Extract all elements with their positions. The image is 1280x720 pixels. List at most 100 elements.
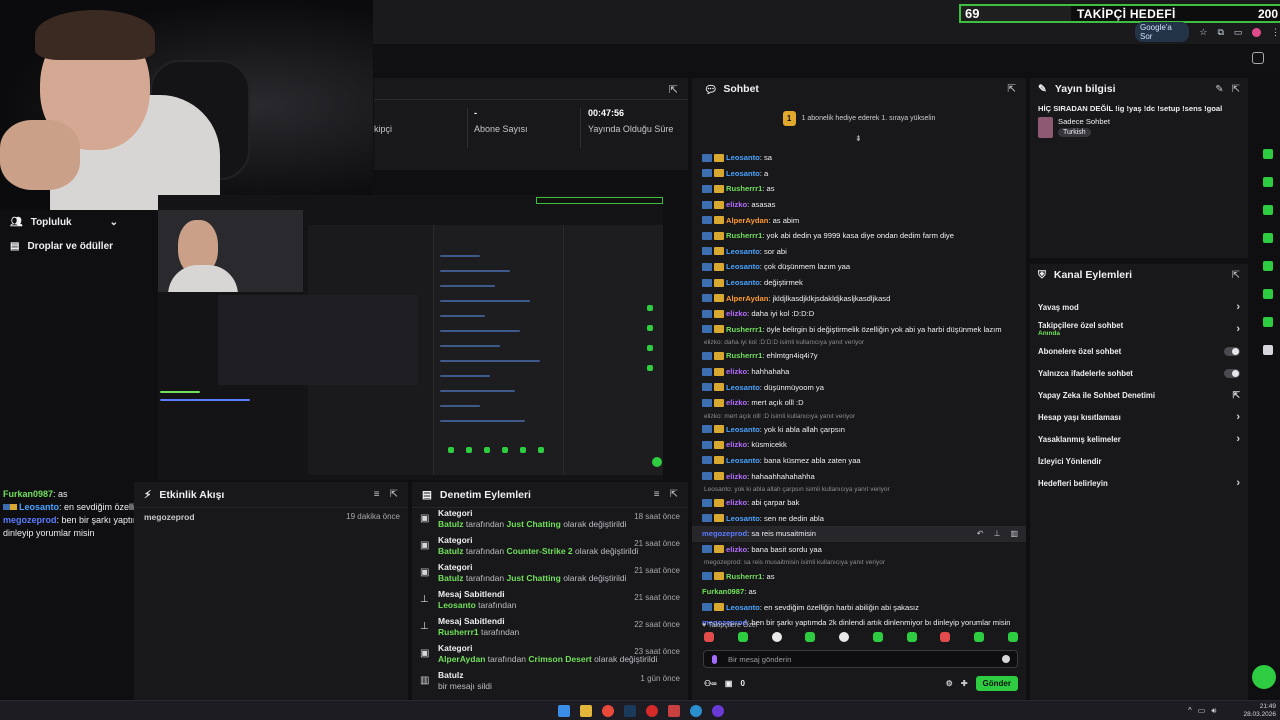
popout-icon[interactable]: ⇱ [1007,83,1016,95]
star-icon[interactable]: ☆ [1199,27,1207,38]
rail-icon[interactable] [1256,336,1280,364]
folder-icon[interactable] [580,705,592,717]
network-icon[interactable]: ▭ [1198,706,1206,716]
chat-username[interactable]: elizko [726,309,747,318]
chat-username[interactable]: Leosanto [726,169,760,178]
chat-username[interactable]: Rusherrr1 [726,572,762,581]
chat-username[interactable]: Rusherrr1 [726,231,762,240]
chat-username[interactable]: Furkan0987 [702,587,744,596]
emote[interactable] [839,632,850,642]
people-icon[interactable]: ⚇∞ [704,679,717,688]
chat-username[interactable]: Leosanto [726,514,760,523]
channel-action-item[interactable]: Abonelere özel sohbet [1030,340,1248,362]
chat-username[interactable]: Rusherrr1 [726,351,762,360]
sidebar-item-community[interactable]: 👥︎ Topluluk ⌄ [0,210,130,234]
chat-input[interactable]: Bir mesaj gönderin [703,650,1018,668]
google-ask-button[interactable]: Google'a Sor [1135,22,1190,42]
emote[interactable] [704,632,714,642]
popout-icon[interactable]: ⇱ [1232,84,1240,95]
chat-username[interactable]: AlperAydan [726,216,768,225]
chat-username[interactable]: Rusherrr1 [726,325,762,334]
edit-icon[interactable]: ✎ [1215,84,1223,95]
chat-username[interactable]: elizko [726,498,747,507]
menu-icon[interactable]: ⋮ [1271,27,1280,38]
chat-username[interactable]: Leosanto [726,425,760,434]
category-name[interactable]: Sadece Sohbet [1058,117,1110,126]
popout-icon[interactable]: ⇱ [670,489,678,500]
chevron-up-icon[interactable]: ^ [1188,706,1192,716]
collapse-icon[interactable]: ⇟ [855,134,862,143]
chat-username[interactable]: elizko [726,472,747,481]
channel-action-item[interactable]: Yavaş mod › [1030,296,1248,318]
emoji-icon[interactable] [1002,655,1010,663]
channel-action-item[interactable]: Hedefleri belirleyin › [1030,472,1248,494]
channel-action-item[interactable]: Yapay Zeka ile Sohbet Denetimi ⇱ [1030,384,1248,406]
chat-username[interactable]: elizko [726,367,747,376]
hype-banner[interactable]: 1 1 abonelik hediye ederek 1. sıraya yük… [692,106,1026,130]
popout-icon[interactable]: ⇱ [669,83,678,96]
category-thumbnail[interactable] [1038,117,1053,138]
emote[interactable] [1007,632,1018,642]
chat-username[interactable]: Leosanto [726,153,760,162]
steam-icon[interactable] [624,705,636,717]
opera-icon[interactable] [646,705,658,717]
emote[interactable] [771,632,782,642]
chat-username[interactable]: megozeprod [702,529,747,538]
channel-action-item[interactable]: Yalnızca ifadelerle sohbet [1030,362,1248,384]
emote[interactable] [805,632,816,642]
filter-icon[interactable]: ≡ [654,489,660,500]
clock[interactable]: 21:49 28.03.2026 [1243,703,1276,719]
sidebar-toggle-icon[interactable]: ▭ [1234,27,1243,38]
chat-username[interactable]: elizko [726,200,747,209]
chat-username[interactable]: AlperAydan [726,294,768,303]
chat-username[interactable]: elizko [726,440,747,449]
channel-action-item[interactable]: Takipçilere özel sohbet Anında › [1030,318,1248,340]
volume-icon[interactable]: 🔊︎ [1211,706,1216,716]
pin-icon[interactable]: ⊥ [993,529,1000,538]
channel-action-item[interactable]: Yasaklanmış kelimeler › [1030,428,1248,450]
trash-icon[interactable]: ▥ [1010,529,1018,538]
toggle-switch[interactable] [1224,368,1240,378]
app-icon[interactable] [712,705,724,717]
chat-username[interactable]: Leosanto [726,456,760,465]
channel-action-item[interactable]: Hesap yaşı kısıtlaması › [1030,406,1248,428]
rail-icon[interactable] [1256,196,1280,224]
send-button[interactable]: Gönder [975,675,1018,691]
mic-icon[interactable] [712,655,717,664]
edge-icon[interactable] [690,705,702,717]
chat-username[interactable]: elizko [726,398,747,407]
gear-icon[interactable]: ⚙ [946,679,953,688]
emote[interactable] [906,632,917,642]
chat-username[interactable]: Leosanto [726,278,760,287]
emote[interactable] [974,632,985,642]
app-icon[interactable] [668,705,680,717]
rail-icon[interactable] [1256,308,1280,336]
rail-icon[interactable] [1256,280,1280,308]
profile-icon[interactable] [1252,27,1261,37]
emote[interactable] [737,632,748,642]
support-fab-button[interactable] [1252,665,1276,689]
language-tag[interactable]: Turkish [1058,128,1091,137]
emote[interactable] [940,632,951,642]
robot-icon[interactable] [1252,52,1264,64]
emote[interactable] [872,632,883,642]
reply-icon[interactable]: ↶ [977,529,984,538]
channel-action-item[interactable]: İzleyici Yönlendir [1030,450,1248,472]
chat-username[interactable]: Leosanto [726,247,760,256]
chrome-icon[interactable] [602,705,614,717]
rail-icon[interactable] [1256,224,1280,252]
rail-icon[interactable] [1256,252,1280,280]
popout-icon[interactable]: ⇱ [1232,270,1240,281]
rail-icon[interactable] [1256,140,1280,168]
start-icon[interactable] [558,705,570,717]
extensions-icon[interactable]: ⧉ [1217,27,1223,38]
puzzle-icon[interactable]: ✚ [961,679,968,688]
chat-username[interactable]: Leosanto [726,262,760,271]
gift-icon[interactable]: ▣ [725,679,733,688]
filter-icon[interactable]: ≡ [374,489,380,500]
chat-username[interactable]: Leosanto [726,383,760,392]
rail-icon[interactable] [1256,168,1280,196]
chat-username[interactable]: Rusherrr1 [726,184,762,193]
sidebar-item-drops[interactable]: ▤ Droplar ve ödüller [0,234,130,258]
toggle-switch[interactable] [1224,346,1240,356]
